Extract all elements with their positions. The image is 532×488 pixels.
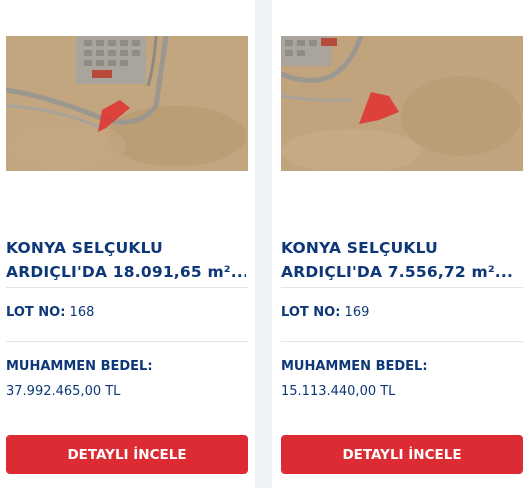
lot-value: 169 (344, 305, 370, 320)
satellite-parcel-image (6, 36, 248, 171)
divider (6, 341, 248, 342)
price-value: 37.992.465,00 TL (6, 384, 121, 399)
listing-image[interactable] (6, 36, 248, 171)
listing-title-line1: KONYA SELÇUKLU (281, 239, 438, 257)
details-button[interactable]: DETAYLI İNCELE (6, 435, 248, 474)
divider (281, 287, 523, 288)
listing-title-line1: KONYA SELÇUKLU (6, 239, 163, 257)
listing-card[interactable]: KONYA SELÇUKLU ARDIÇLI'DA 7.556,72 m²...… (272, 0, 532, 488)
lot-number: LOT NO: 168 (6, 305, 94, 320)
price-label: MUHAMMEN BEDEL: (6, 359, 153, 374)
details-button[interactable]: DETAYLI İNCELE (281, 435, 523, 474)
divider (6, 287, 248, 288)
lot-value: 168 (69, 305, 95, 320)
price-label: MUHAMMEN BEDEL: (281, 359, 428, 374)
divider (281, 341, 523, 342)
lot-number: LOT NO: 169 (281, 305, 369, 320)
lot-label: LOT NO: (6, 305, 66, 320)
listing-title-line2: ARDIÇLI'DA 18.091,65 m²... (6, 263, 246, 281)
satellite-parcel-image (281, 36, 523, 171)
listing-title[interactable]: KONYA SELÇUKLU ARDIÇLI'DA 7.556,72 m²... (281, 236, 521, 284)
price-value: 15.113.440,00 TL (281, 384, 396, 399)
listing-title[interactable]: KONYA SELÇUKLU ARDIÇLI'DA 18.091,65 m²..… (6, 236, 246, 284)
listing-image[interactable] (281, 36, 523, 171)
listing-card[interactable]: KONYA SELÇUKLU ARDIÇLI'DA 18.091,65 m²..… (0, 0, 255, 488)
listing-title-line2: ARDIÇLI'DA 7.556,72 m²... (281, 263, 514, 281)
lot-label: LOT NO: (281, 305, 341, 320)
